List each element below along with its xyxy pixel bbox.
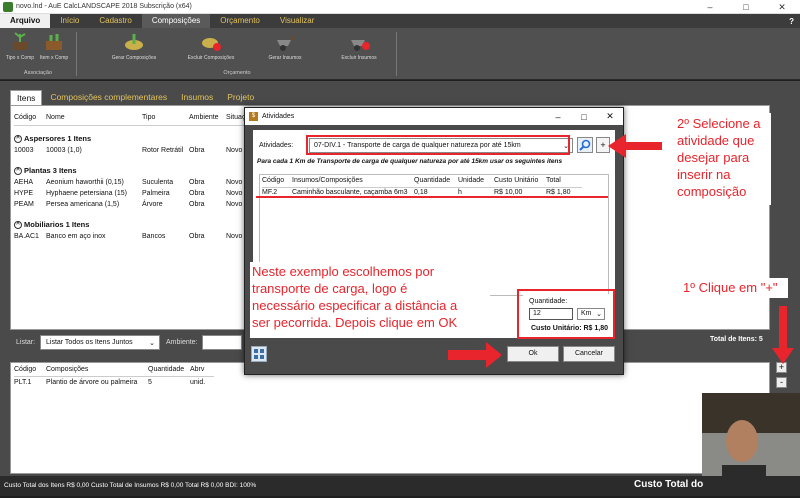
- callout-example-line: transporte de carga, logo é: [252, 281, 408, 296]
- annotation-arrows: [448, 134, 794, 368]
- callout-step1: 1º Clique em "+": [680, 278, 788, 298]
- callout-step2: 2º Selecione a atividade que desejar par…: [675, 113, 771, 205]
- callout-example-line: ser pecorrida. Depois clique em OK: [252, 315, 458, 330]
- callout-example-line: necessário especificar a distância a: [252, 298, 458, 313]
- callout-step2-line: inserir na: [677, 167, 731, 182]
- arrow-to-select-icon: [608, 134, 662, 158]
- callout-step2-line: 2º Selecione a: [677, 116, 761, 131]
- callout-step2-line: atividade que: [677, 133, 755, 148]
- callout-step2-line: composição: [677, 184, 747, 199]
- callout-step2-line: desejar para: [677, 150, 750, 165]
- callout-example: Neste exemplo escolhemos por transporte …: [250, 262, 490, 338]
- callout-example-line: Neste exemplo escolhemos por: [252, 264, 435, 279]
- arrow-to-ok-icon: [448, 342, 502, 368]
- arrow-to-plus-icon: [772, 306, 794, 364]
